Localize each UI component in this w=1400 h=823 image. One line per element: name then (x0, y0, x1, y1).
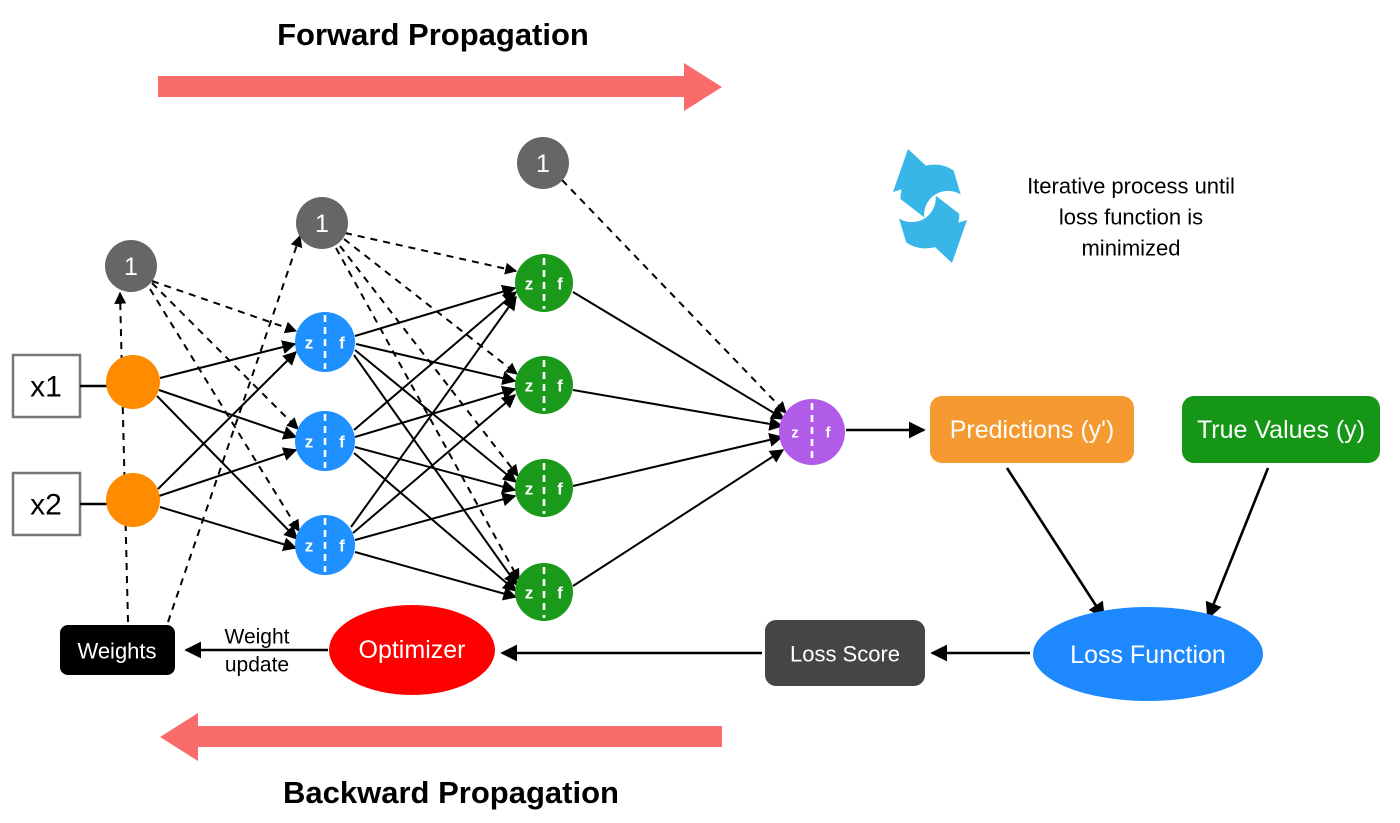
input-label-x1: x1 (30, 371, 62, 404)
neuron-f-label: f (339, 433, 345, 452)
neuron-z-label: z (791, 425, 799, 442)
weight-update-label-line2: update (225, 654, 289, 677)
diagram-canvas: Forward Propagation Backward Propagation (0, 0, 1400, 823)
loss-score-label: Loss Score (790, 642, 900, 667)
predictions-box: Predictions (y') (930, 396, 1134, 463)
neuron-z-label: z (305, 334, 314, 353)
neuron-f-label: f (557, 377, 563, 396)
optimizer-ellipse: Optimizer (329, 605, 495, 695)
edge (354, 492, 517, 541)
iterative-text-line3: minimized (1081, 236, 1180, 261)
forward-propagation-banner: Forward Propagation (158, 17, 722, 111)
edge (572, 433, 784, 487)
edge (572, 291, 786, 420)
weights-label: Weights (77, 639, 156, 664)
weight-update-label-line1: Weight (225, 626, 290, 649)
iterative-text-line2: loss function is (1059, 205, 1203, 230)
neural-network-diagram: Forward Propagation Backward Propagation (11, 17, 1380, 810)
bias-edge (344, 232, 518, 275)
edge (354, 446, 517, 494)
backward-propagation-title: Backward Propagation (283, 775, 619, 810)
hidden-neuron-blue-2: z f (295, 411, 355, 471)
iterative-process-annotation: Iterative process until loss function is… (1027, 174, 1235, 261)
neuron-z-label: z (525, 480, 534, 499)
neuron-z-label: z (305, 537, 314, 556)
edge (572, 449, 785, 587)
neuron-z-label: z (525, 584, 534, 603)
iterative-text-line1: Iterative process until (1027, 174, 1235, 199)
true-values-box: True Values (y) (1182, 396, 1380, 463)
refresh-cycle-icon (893, 149, 967, 263)
bias-edge (151, 282, 299, 430)
weights-to-bias-edge (167, 234, 303, 623)
loss-function-label: Loss Function (1070, 641, 1226, 669)
backward-propagation-banner: Backward Propagation (160, 713, 722, 810)
neuron-z-label: z (525, 377, 534, 396)
hidden-neuron-green-4: z f (515, 563, 573, 621)
bias-label: 1 (315, 210, 329, 238)
true-values-label: True Values (y) (1197, 416, 1365, 444)
weights-to-bias-edge (114, 291, 129, 623)
hidden-neuron-green-3: z f (515, 459, 573, 517)
bias-label: 1 (536, 150, 550, 178)
loss-score-box: Loss Score (765, 620, 925, 686)
input-node-x2 (106, 473, 160, 527)
hidden-neuron-blue-1: z f (295, 312, 355, 372)
bias-edge-output (561, 179, 787, 414)
neuron-z-label: z (525, 275, 534, 294)
backward-arrow-graphic (160, 713, 722, 761)
forward-arrow-graphic (158, 63, 722, 111)
hidden-neuron-blue-3: z f (295, 515, 355, 575)
neuron-z-label: z (305, 433, 314, 452)
true-values-to-loss-arrow (1205, 467, 1270, 620)
forward-propagation-title: Forward Propagation (277, 17, 589, 52)
neuron-f-label: f (557, 584, 563, 603)
hidden-neuron-green-2: z f (515, 356, 573, 414)
edge (353, 354, 518, 587)
edge (156, 395, 298, 541)
edge (354, 385, 517, 438)
edge (572, 389, 784, 431)
neuron-f-label: f (557, 480, 563, 499)
output-neuron: z f (779, 399, 845, 465)
neuron-f-label: f (557, 275, 563, 294)
loss-function-ellipse: Loss Function (1033, 607, 1263, 701)
neuron-f-label: f (339, 334, 345, 353)
bias-node-2: 1 (296, 197, 348, 249)
hidden2-to-output-edges (572, 291, 786, 587)
neuron-f-label: f (339, 537, 345, 556)
optimizer-label: Optimizer (359, 636, 466, 664)
edge (158, 447, 298, 497)
edge (159, 506, 298, 552)
bias-node-3: 1 (517, 137, 569, 189)
edge (354, 551, 518, 601)
edge (353, 452, 518, 592)
predictions-to-loss-arrow (1005, 467, 1106, 620)
edge (355, 343, 517, 385)
bias-edges-group (114, 179, 787, 623)
weights-box: Weights (60, 625, 175, 675)
edge (158, 389, 298, 440)
bias-node-1: 1 (105, 240, 157, 292)
input-node-x1 (106, 355, 160, 409)
bias-label: 1 (124, 253, 138, 281)
input-to-hidden1-edges (156, 340, 298, 552)
input-label-x2: x2 (30, 489, 62, 522)
bias-edge (343, 238, 518, 375)
predictions-label: Predictions (y') (950, 416, 1115, 444)
hidden-neuron-green-1: z f (515, 254, 573, 312)
